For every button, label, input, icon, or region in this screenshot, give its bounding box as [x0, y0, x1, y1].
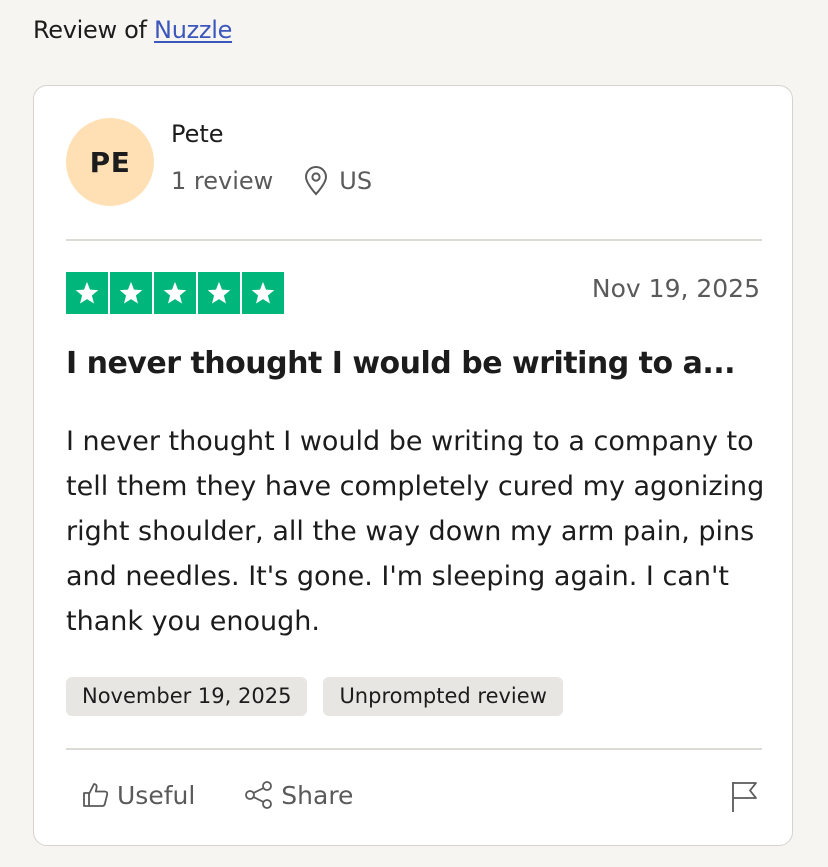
- star-rating: [66, 272, 284, 314]
- review-card: PE Pete 1 review US Nov 19, 2025 I never: [33, 85, 793, 846]
- heading-prefix: Review of: [33, 16, 147, 44]
- reviewer-name[interactable]: Pete: [171, 120, 224, 148]
- star-icon: [198, 272, 240, 314]
- review-date: Nov 19, 2025: [591, 274, 760, 303]
- useful-button[interactable]: Useful: [81, 780, 195, 810]
- thumbs-up-icon: [83, 783, 109, 807]
- share-label: Share: [281, 780, 354, 810]
- reviewer-meta: 1 review US: [171, 166, 372, 196]
- divider: [66, 239, 762, 241]
- experience-date-tag: November 19, 2025: [66, 677, 308, 716]
- review-actions: Useful Share: [81, 780, 353, 810]
- flag-icon: [732, 782, 757, 812]
- useful-label: Useful: [117, 780, 196, 810]
- review-count: 1 review: [171, 167, 274, 195]
- star-icon: [110, 272, 152, 314]
- review-tags: November 19, 2025 Unprompted review: [66, 677, 563, 716]
- share-button[interactable]: Share: [243, 780, 353, 810]
- review-heading: Review of Nuzzle: [33, 16, 232, 44]
- star-icon: [154, 272, 196, 314]
- reviewer-country: US: [339, 167, 373, 195]
- company-link[interactable]: Nuzzle: [154, 16, 232, 44]
- report-button[interactable]: [730, 780, 760, 818]
- location-pin-icon: [303, 166, 329, 196]
- unprompted-review-tag[interactable]: Unprompted review: [323, 677, 563, 716]
- divider: [66, 748, 762, 750]
- review-title[interactable]: I never thought I would be writing to a.…: [66, 346, 736, 381]
- review-body: I never thought I would be writing to a …: [66, 426, 765, 637]
- avatar[interactable]: PE: [66, 118, 154, 206]
- star-icon: [66, 272, 108, 314]
- star-icon: [242, 272, 284, 314]
- share-icon: [245, 781, 273, 809]
